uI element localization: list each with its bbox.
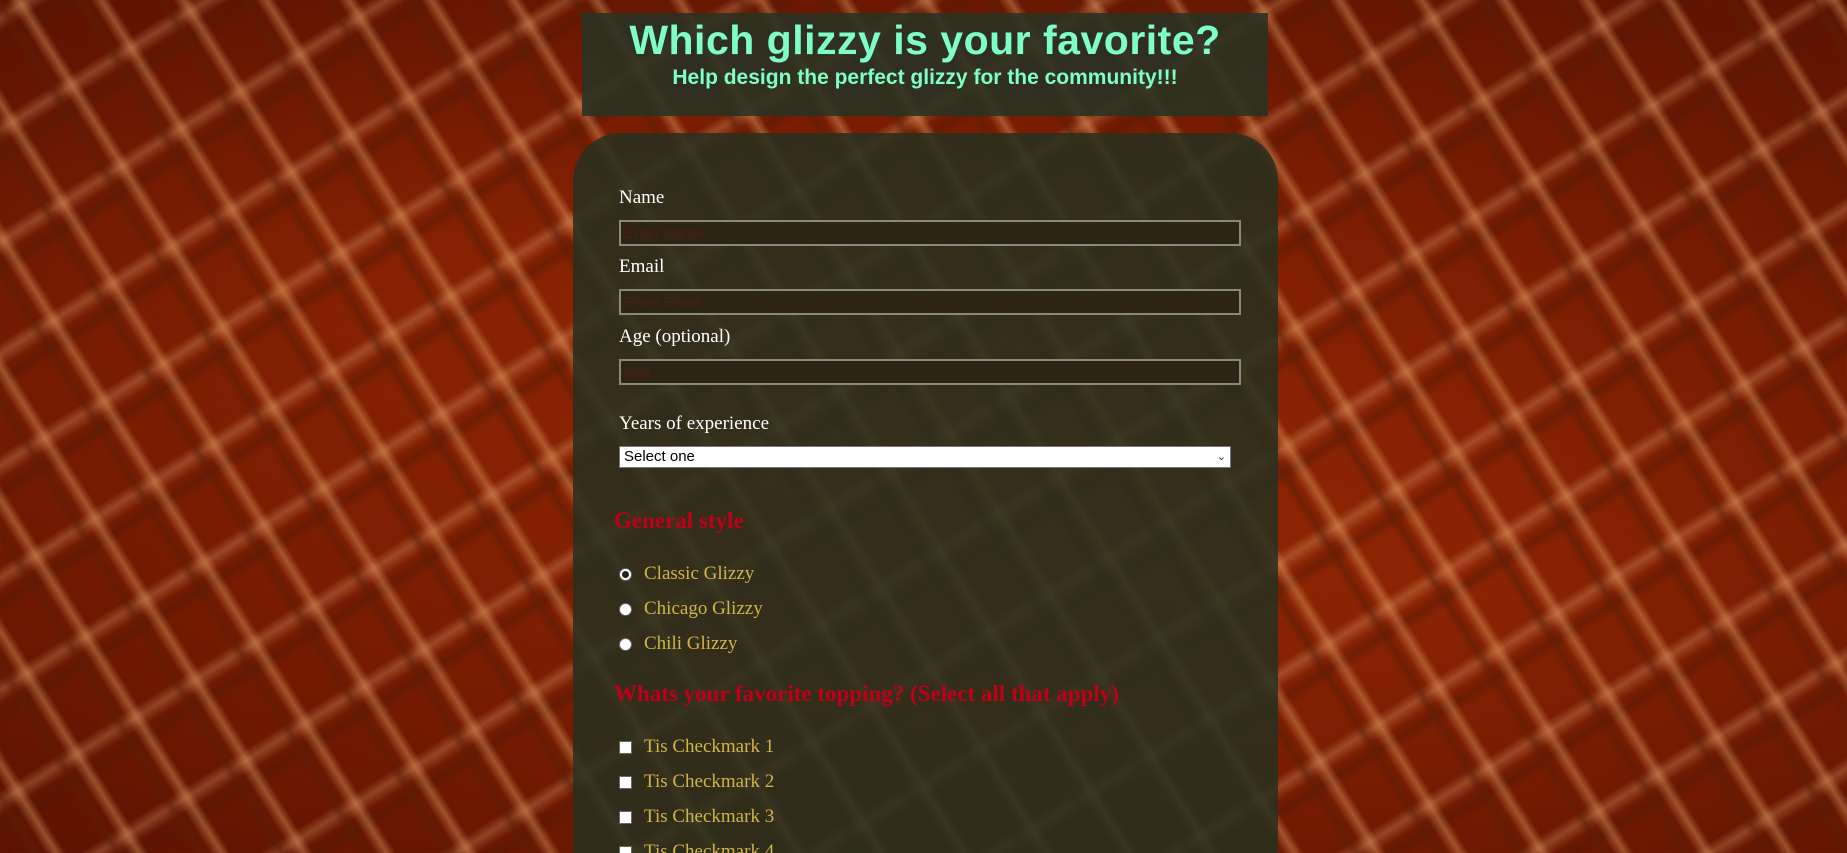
style-option-label: Chili Glizzy	[644, 633, 738, 654]
chevron-down-icon: ⌄	[1216, 451, 1226, 463]
email-input[interactable]	[619, 289, 1241, 315]
topping-option-label: Tis Checkmark 1	[644, 736, 775, 757]
survey-form: Name Email Age (optional) Years of exper…	[573, 133, 1278, 853]
topping-option-2[interactable]: Tis Checkmark 2	[619, 771, 774, 793]
topping-option-1[interactable]: Tis Checkmark 1	[619, 736, 774, 758]
style-option-label: Classic Glizzy	[644, 563, 755, 584]
style-option-label: Chicago Glizzy	[644, 598, 763, 619]
experience-select-value: Select one	[624, 448, 695, 465]
toppings-title: Whats your favorite topping? (Select all…	[614, 681, 1119, 706]
radio-button-checked[interactable]	[619, 567, 632, 581]
radio-button[interactable]	[619, 602, 632, 616]
checkbox[interactable]	[619, 740, 632, 754]
checkbox[interactable]	[619, 845, 632, 853]
page-title: Which glizzy is your favorite?	[629, 17, 1221, 63]
topping-option-label: Tis Checkmark 3	[644, 806, 775, 827]
name-input[interactable]	[619, 220, 1241, 246]
topping-option-label: Tis Checkmark 4	[644, 841, 775, 853]
age-label: Age (optional)	[619, 326, 731, 347]
age-input[interactable]	[619, 359, 1241, 385]
style-option-chicago[interactable]: Chicago Glizzy	[619, 598, 763, 620]
experience-label: Years of experience	[619, 413, 770, 434]
name-label: Name	[619, 187, 665, 208]
experience-select[interactable]: Select one ⌄	[619, 446, 1231, 468]
page-subtitle: Help design the perfect glizzy for the c…	[672, 66, 1178, 89]
topping-option-4[interactable]: Tis Checkmark 4	[619, 841, 774, 853]
topping-option-3[interactable]: Tis Checkmark 3	[619, 806, 774, 828]
radio-button[interactable]	[619, 637, 632, 651]
checkbox[interactable]	[619, 775, 632, 789]
style-option-classic[interactable]: Classic Glizzy	[619, 563, 754, 585]
email-label: Email	[619, 256, 665, 277]
checkbox[interactable]	[619, 810, 632, 824]
general-style-title: General style	[614, 508, 744, 533]
style-option-chili[interactable]: Chili Glizzy	[619, 633, 737, 655]
topping-option-label: Tis Checkmark 2	[644, 771, 775, 792]
page-header: Which glizzy is your favorite? Help desi…	[582, 13, 1268, 116]
